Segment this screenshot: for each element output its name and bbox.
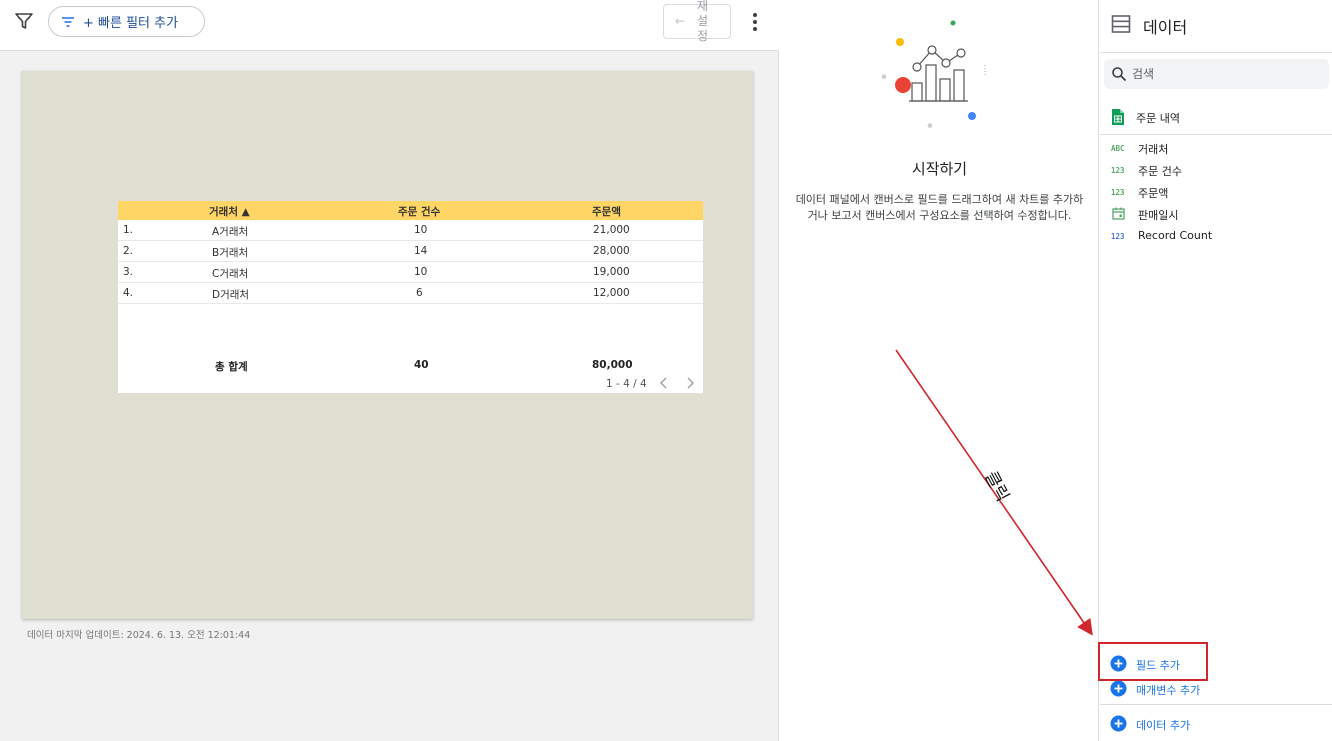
- data-source-item[interactable]: 주문 내역: [1100, 106, 1332, 135]
- add-quick-filter-button[interactable]: + 빠른 필터 추가: [48, 6, 205, 37]
- svg-text:※: ※: [927, 122, 933, 130]
- total-label: 총 합계: [215, 361, 248, 373]
- looker-studio-editor: + 빠른 필터 추가 ← 재설정 거래처 ▲ 주문 건수 주문액 1. A거래처…: [0, 0, 1332, 741]
- row-number: 3.: [123, 266, 134, 278]
- field-name: 거래처: [1138, 143, 1169, 156]
- cell-orders: 10: [414, 224, 428, 236]
- field-search-box[interactable]: [1104, 59, 1329, 89]
- report-canvas-area: + 빠른 필터 추가 ← 재설정 거래처 ▲ 주문 건수 주문액 1. A거래처…: [0, 0, 779, 741]
- field-search-input[interactable]: [1132, 65, 1322, 83]
- data-panel: 데이터 주문 내역 ABC 거래처 123 주문 건수: [1100, 0, 1332, 741]
- row-number: 2.: [123, 245, 134, 257]
- field-name: 판매일시: [1138, 209, 1179, 222]
- table-row[interactable]: 4. D거래처 6 12,000: [118, 283, 703, 304]
- header-amount[interactable]: 주문액: [592, 204, 621, 219]
- field-name: Record Count: [1138, 229, 1213, 242]
- add-data-button[interactable]: 데이터 추가: [1100, 713, 1332, 735]
- text-type-icon: ABC: [1111, 144, 1125, 153]
- cell-amount: 28,000: [593, 245, 630, 257]
- data-panel-header: 데이터: [1100, 0, 1332, 53]
- database-table-icon: [1111, 15, 1131, 33]
- cell-client: C거래처: [212, 268, 249, 280]
- data-panel-footer: 데이터 추가: [1100, 704, 1332, 741]
- field-item-order-amount[interactable]: 123 주문액: [1100, 182, 1332, 204]
- report-toolbar: + 빠른 필터 추가 ← 재설정: [0, 0, 779, 51]
- number-type-icon: 123: [1111, 166, 1125, 175]
- calendar-icon: [1112, 207, 1125, 220]
- table-row[interactable]: 3. C거래처 10 19,000: [118, 262, 703, 283]
- google-sheets-icon: [1112, 109, 1124, 125]
- add-data-label: 데이터 추가: [1136, 719, 1191, 732]
- getting-started-description: 데이터 패널에서 캔버스로 필드를 드래그하여 새 차트를 추가하거나 보고서 …: [795, 193, 1084, 222]
- plus-circle-icon: [1110, 715, 1127, 732]
- cell-client: A거래처: [212, 226, 249, 238]
- undo-arrow-icon: ←: [675, 14, 686, 28]
- plus-circle-icon: [1110, 680, 1127, 697]
- field-name: 주문 건수: [1138, 165, 1182, 178]
- field-item-order-count[interactable]: 123 주문 건수: [1100, 160, 1332, 182]
- highlight-box: [1098, 642, 1208, 681]
- add-parameter-label: 매개변수 추가: [1136, 684, 1201, 697]
- table-chart[interactable]: 거래처 ▲ 주문 건수 주문액 1. A거래처 10 21,000 2. B거래…: [118, 201, 703, 393]
- row-number: 1.: [123, 224, 134, 236]
- header-client[interactable]: 거래처 ▲: [209, 204, 250, 219]
- chevron-right-icon[interactable]: [683, 376, 697, 390]
- row-number: 4.: [123, 287, 134, 299]
- cell-client: B거래처: [212, 247, 249, 259]
- total-orders: 40: [414, 359, 429, 371]
- table-header: 거래처 ▲ 주문 건수 주문액: [118, 201, 703, 220]
- table-row[interactable]: 2. B거래처 14 28,000: [118, 241, 703, 262]
- data-panel-title: 데이터: [1143, 18, 1188, 37]
- cell-orders: 14: [414, 245, 428, 257]
- more-options-icon[interactable]: [745, 10, 765, 34]
- cell-amount: 19,000: [593, 266, 630, 278]
- number-type-icon: 123: [1111, 188, 1125, 197]
- field-item-client[interactable]: ABC 거래처: [1100, 138, 1332, 160]
- cell-amount: 21,000: [593, 224, 630, 236]
- data-source-name: 주문 내역: [1136, 112, 1180, 125]
- table-row[interactable]: 1. A거래처 10 21,000: [118, 220, 703, 241]
- filter-lines-icon: [62, 16, 74, 27]
- header-orders[interactable]: 주문 건수: [398, 204, 440, 219]
- filter-funnel-icon[interactable]: [14, 11, 34, 31]
- total-amount: 80,000: [592, 359, 633, 371]
- cell-client: D거래처: [212, 289, 250, 301]
- reset-label: 재설정: [697, 0, 709, 43]
- getting-started-title: 시작하기: [911, 160, 968, 178]
- number-type-icon: 123: [1111, 232, 1125, 241]
- add-quick-filter-label: + 빠른 필터 추가: [83, 16, 179, 31]
- getting-started-panel: ※ ※ 시작하기 데이터 패널에서 캔버스로 필드를 드래그하여 새 차트를 추…: [780, 0, 1099, 741]
- field-name: 주문액: [1138, 187, 1169, 200]
- cell-orders: 6: [416, 287, 423, 299]
- reset-button[interactable]: ← 재설정: [663, 0, 731, 43]
- add-parameter-button[interactable]: 매개변수 추가: [1100, 678, 1332, 700]
- chart-illustration-icon: ※ ※: [881, 20, 986, 130]
- field-item-record-count[interactable]: 123 Record Count: [1100, 226, 1332, 248]
- cell-amount: 12,000: [593, 287, 630, 299]
- search-icon: [1112, 67, 1127, 82]
- chevron-left-icon[interactable]: [657, 376, 671, 390]
- cell-orders: 10: [414, 266, 428, 278]
- pagination-label: 1 - 4 / 4: [606, 378, 647, 390]
- field-item-sale-date[interactable]: 판매일시: [1100, 204, 1332, 226]
- last-updated-text: 데이터 마지막 업데이트: 2024. 6. 13. 오전 12:01:44: [27, 630, 251, 641]
- svg-text:※: ※: [881, 73, 887, 81]
- table-total-row: 총 합계 40 80,000: [118, 359, 703, 375]
